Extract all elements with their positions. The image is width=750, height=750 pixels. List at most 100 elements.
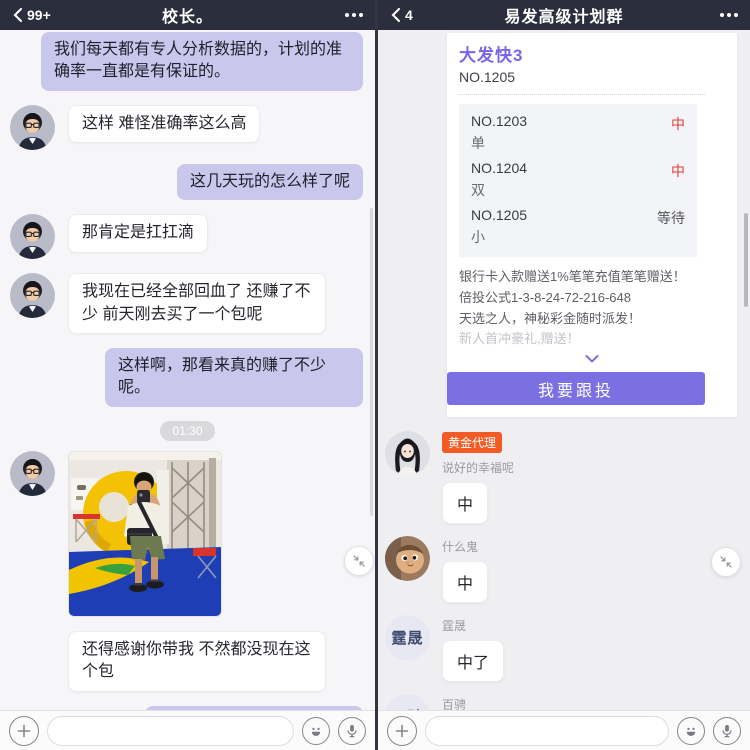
- group-message-row: 什么鬼中: [385, 536, 750, 604]
- right-message-area: 大发快3 NO.1205 NO.1203 单中 NO.1204 双中 NO.1205 小等…: [378, 30, 750, 710]
- member-name: 霆晟: [442, 619, 467, 634]
- back-chevron-icon: [13, 7, 23, 23]
- message-input[interactable]: [425, 715, 669, 746]
- member-name: 百骋: [442, 698, 467, 710]
- plan-row-left: NO.1203 单: [471, 113, 527, 153]
- issue-number: NO.1203: [471, 113, 528, 129]
- contact-avatar[interactable]: [10, 450, 55, 496]
- promo-line: 银行卡入款赠送1%笔笔充值笔笔赠送！: [459, 269, 686, 284]
- contact-avatar[interactable]: [10, 273, 55, 319]
- more-menu-button[interactable]: [720, 13, 738, 17]
- message-input[interactable]: [47, 715, 294, 746]
- member-badge: 黄金代理: [442, 432, 503, 454]
- promo-line: 倍投公式1-3-8-24-72-216-648: [459, 289, 631, 305]
- plan-row-left: NO.1204 双: [471, 160, 527, 200]
- member-name: 什么鬼: [442, 540, 479, 555]
- timestamp: 01:30: [160, 420, 215, 441]
- contact-avatar[interactable]: [10, 104, 55, 150]
- issue-number: NO.1204: [471, 160, 528, 176]
- chat-title: 校长。: [161, 9, 214, 26]
- scrollbar-thumb[interactable]: [744, 213, 748, 307]
- lottery-plan-card: 大发快3 NO.1205 NO.1203 单中 NO.1204 双中 NO.1205 小等…: [447, 33, 737, 418]
- smiley-icon: [686, 727, 696, 736]
- message-row: 这样啊，那看来真的赚了不少呢。: [10, 347, 365, 407]
- group-message-row: 黄金代理说好的幸福呢中: [385, 431, 750, 525]
- baby-avatar-photo: [385, 536, 430, 582]
- back-chevron-icon: [391, 7, 401, 23]
- group-message-body: 黄金代理说好的幸福呢中: [442, 431, 515, 525]
- dual-chat-screens: 99+ 校长。 我们每天都有专人分析数据的，计划的准确率一直都是有保证的。 这样…: [0, 0, 750, 750]
- message-bubble: 我现在已经全部回血了 还赚了不少 前天刚去买了一个包呢: [68, 273, 326, 334]
- left-chat-screen: 99+ 校长。 我们每天都有专人分析数据的，计划的准确率一直都是有保证的。 这样…: [0, 0, 375, 750]
- message-row: 还得感谢你带我 不然都没现在这个包: [10, 630, 365, 692]
- photo-message[interactable]: [68, 450, 222, 617]
- group-message-list: 黄金代理说好的幸福呢中 什么鬼中霆晟霆晟中了百骋百骋五连中，计划牛逼啊。伊美伊美…: [378, 431, 750, 710]
- right-chat-screen: 4 易发高级计划群 大发快3 NO.1205 NO.1203 单中 NO.1204 双…: [375, 0, 750, 750]
- member-name: 说好的幸福呢: [442, 461, 515, 476]
- member-text-avatar[interactable]: 百骋: [385, 694, 430, 710]
- back-button[interactable]: 4: [390, 7, 413, 23]
- bet-pick: 双: [471, 182, 485, 198]
- plan-row: NO.1203 单 中: [471, 113, 685, 153]
- follow-bet-button[interactable]: 我要跟投: [447, 372, 705, 406]
- attach-plus-button[interactable]: [387, 715, 417, 746]
- left-input-bar: [0, 710, 375, 750]
- attach-plus-button[interactable]: [9, 715, 39, 746]
- member-text-avatar[interactable]: 霆晟: [385, 615, 430, 661]
- group-message-body: 百骋五连中，计划牛逼啊。: [442, 694, 632, 710]
- selfie-photo-graphic: [69, 451, 221, 616]
- group-message-body: 霆晟 中了: [442, 615, 505, 683]
- more-menu-button[interactable]: [345, 13, 363, 17]
- member-avatar[interactable]: [385, 431, 430, 477]
- issue-number: NO.1205: [471, 207, 528, 223]
- message-row: 我现在已经全部回血了 还赚了不少 前天刚去买了一个包呢: [10, 273, 365, 334]
- collapse-arrows-icon: [720, 556, 732, 568]
- scrollbar-thumb[interactable]: [370, 208, 373, 516]
- message-bubble: 我们每天都有专人分析数据的，计划的准确率一直都是有保证的。: [41, 32, 363, 91]
- message-row: 这几天玩的怎么样了呢: [10, 163, 365, 201]
- expand-button[interactable]: [459, 351, 725, 364]
- collapse-button[interactable]: [711, 547, 741, 577]
- smiley-icon: [311, 727, 321, 736]
- right-input-bar: [378, 710, 750, 750]
- plan-row: NO.1205 小 等待: [471, 207, 685, 247]
- message-row: [10, 450, 365, 617]
- collapse-button[interactable]: [344, 546, 374, 576]
- promo-line: 新人首冲豪礼,赠送！: [459, 331, 580, 347]
- emoji-button[interactable]: [677, 716, 705, 745]
- bet-result: 中: [671, 163, 685, 179]
- group-message-row: 百骋百骋五连中，计划牛逼啊。: [385, 694, 750, 710]
- dotted-divider: [459, 94, 705, 95]
- promo-text-block: 银行卡入款赠送1%笔笔充值笔笔赠送！ 倍投公式1-3-8-24-72-216-64…: [459, 267, 705, 350]
- bet-result: 中: [671, 116, 685, 132]
- voice-button[interactable]: [338, 716, 366, 745]
- man-avatar-illustration: [10, 104, 55, 150]
- contact-avatar[interactable]: [10, 214, 55, 260]
- message-row: 这样 难怪准确率这么高: [10, 104, 365, 150]
- voice-button[interactable]: [713, 716, 741, 745]
- message-bubble: 中了: [442, 640, 505, 683]
- plus-icon: [17, 724, 31, 737]
- message-bubble: 中: [442, 482, 489, 525]
- member-avatar[interactable]: [385, 536, 430, 582]
- bet-result: 等待: [657, 210, 685, 226]
- back-button[interactable]: 99+: [12, 7, 51, 23]
- emoji-button[interactable]: [302, 716, 330, 745]
- plan-row: NO.1204 双 中: [471, 160, 685, 200]
- plan-rows-panel: NO.1203 单中 NO.1204 双中 NO.1205 小等待: [459, 104, 697, 257]
- left-message-list: 我们每天都有专人分析数据的，计划的准确率一直都是有保证的。 这样 难怪准确率这么…: [0, 30, 375, 710]
- man-avatar-illustration: [10, 450, 55, 496]
- message-bubble: 还得感谢你带我 不然都没现在这个包: [68, 630, 326, 692]
- bet-pick: 小: [471, 229, 485, 245]
- man-avatar-illustration: [10, 214, 55, 260]
- message-bubble: 这样 难怪准确率这么高: [68, 104, 261, 144]
- plan-row-left: NO.1205 小: [471, 207, 527, 247]
- timestamp-row: 01:30: [10, 420, 365, 441]
- message-bubble: 这样啊，那看来真的赚了不少呢。: [105, 347, 363, 407]
- chevron-down-icon: [585, 355, 599, 364]
- message-bubble: 那肯定是扛扛滴: [68, 214, 209, 253]
- group-message-body: 什么鬼中: [442, 536, 489, 604]
- plus-icon: [395, 724, 409, 737]
- collapse-arrows-icon: [353, 555, 365, 567]
- left-header: 99+ 校长。: [0, 0, 375, 30]
